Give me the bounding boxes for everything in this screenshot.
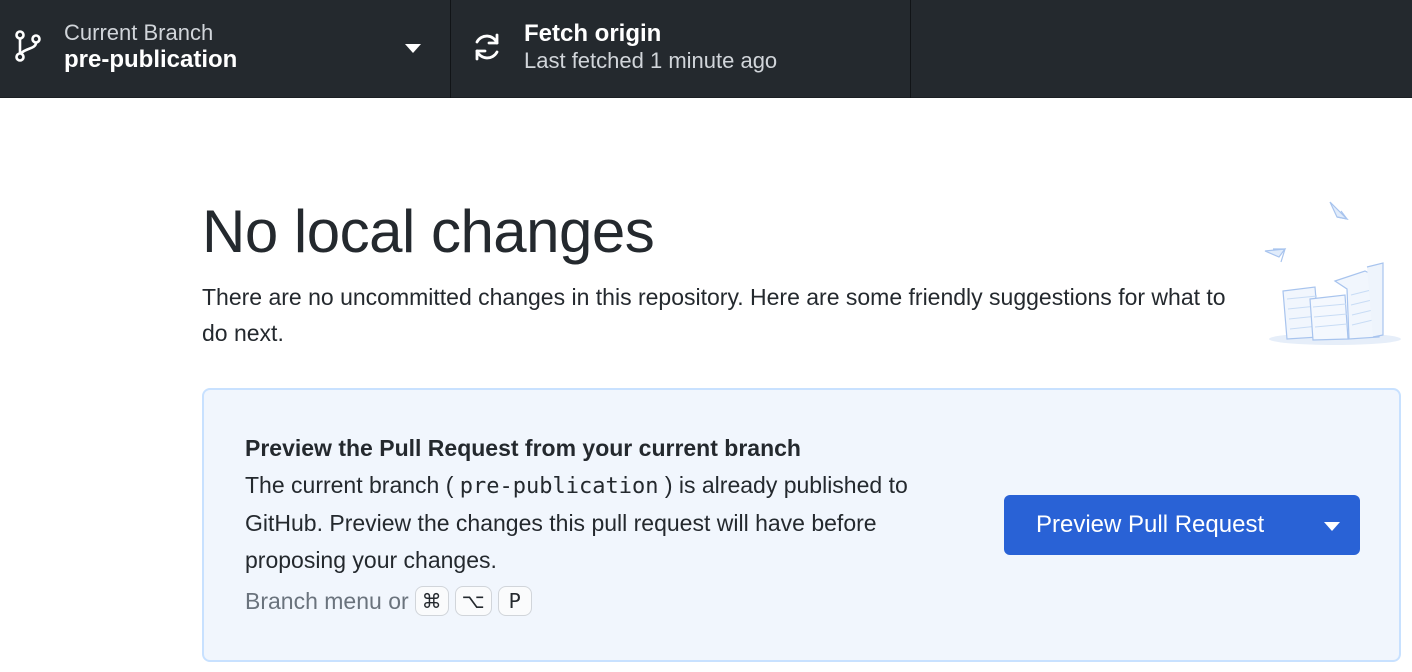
empty-state-illustration <box>1264 201 1401 345</box>
card-description: The current branch ( pre-publication ) i… <box>245 467 965 579</box>
chevron-down-icon[interactable] <box>1324 522 1340 531</box>
chevron-down-icon <box>405 44 421 53</box>
fetch-status: Last fetched 1 minute ago <box>524 48 778 73</box>
sync-icon <box>475 33 499 61</box>
current-branch-dropdown[interactable]: Current Branch pre-publication <box>0 0 451 98</box>
card-title: Preview the Pull Request from your curre… <box>245 435 801 461</box>
page-title: No local changes <box>202 198 655 265</box>
preview-pr-card: Preview the Pull Request from your curre… <box>202 388 1401 662</box>
page-subtitle: There are no uncommitted changes in this… <box>202 284 1226 346</box>
preview-pull-request-label: Preview Pull Request <box>1036 511 1265 538</box>
kbd-option: ⌥ <box>454 586 492 616</box>
toolbar: Current Branch pre-publication Fetch ori… <box>0 0 1412 98</box>
git-branch-icon <box>15 30 41 62</box>
branch-label: Current Branch <box>64 20 214 45</box>
kbd-command: ⌘ <box>414 586 449 616</box>
fetch-origin-button[interactable]: Fetch origin Last fetched 1 minute ago <box>451 0 911 98</box>
branch-name: pre-publication <box>64 46 238 73</box>
preview-pull-request-button[interactable]: Preview Pull Request <box>1004 495 1360 555</box>
fetch-title: Fetch origin <box>524 20 662 47</box>
branch-code: pre-publication <box>459 474 659 499</box>
shortcut-prefix: Branch menu or <box>245 587 409 614</box>
card-desc-pre: The current branch ( <box>245 472 460 498</box>
kbd-p: P <box>497 586 532 616</box>
main-content: No local changes There are no uncommitte… <box>0 99 1412 672</box>
keyboard-shortcut-hint: Branch menu or ⌘ ⌥ P <box>245 586 532 616</box>
